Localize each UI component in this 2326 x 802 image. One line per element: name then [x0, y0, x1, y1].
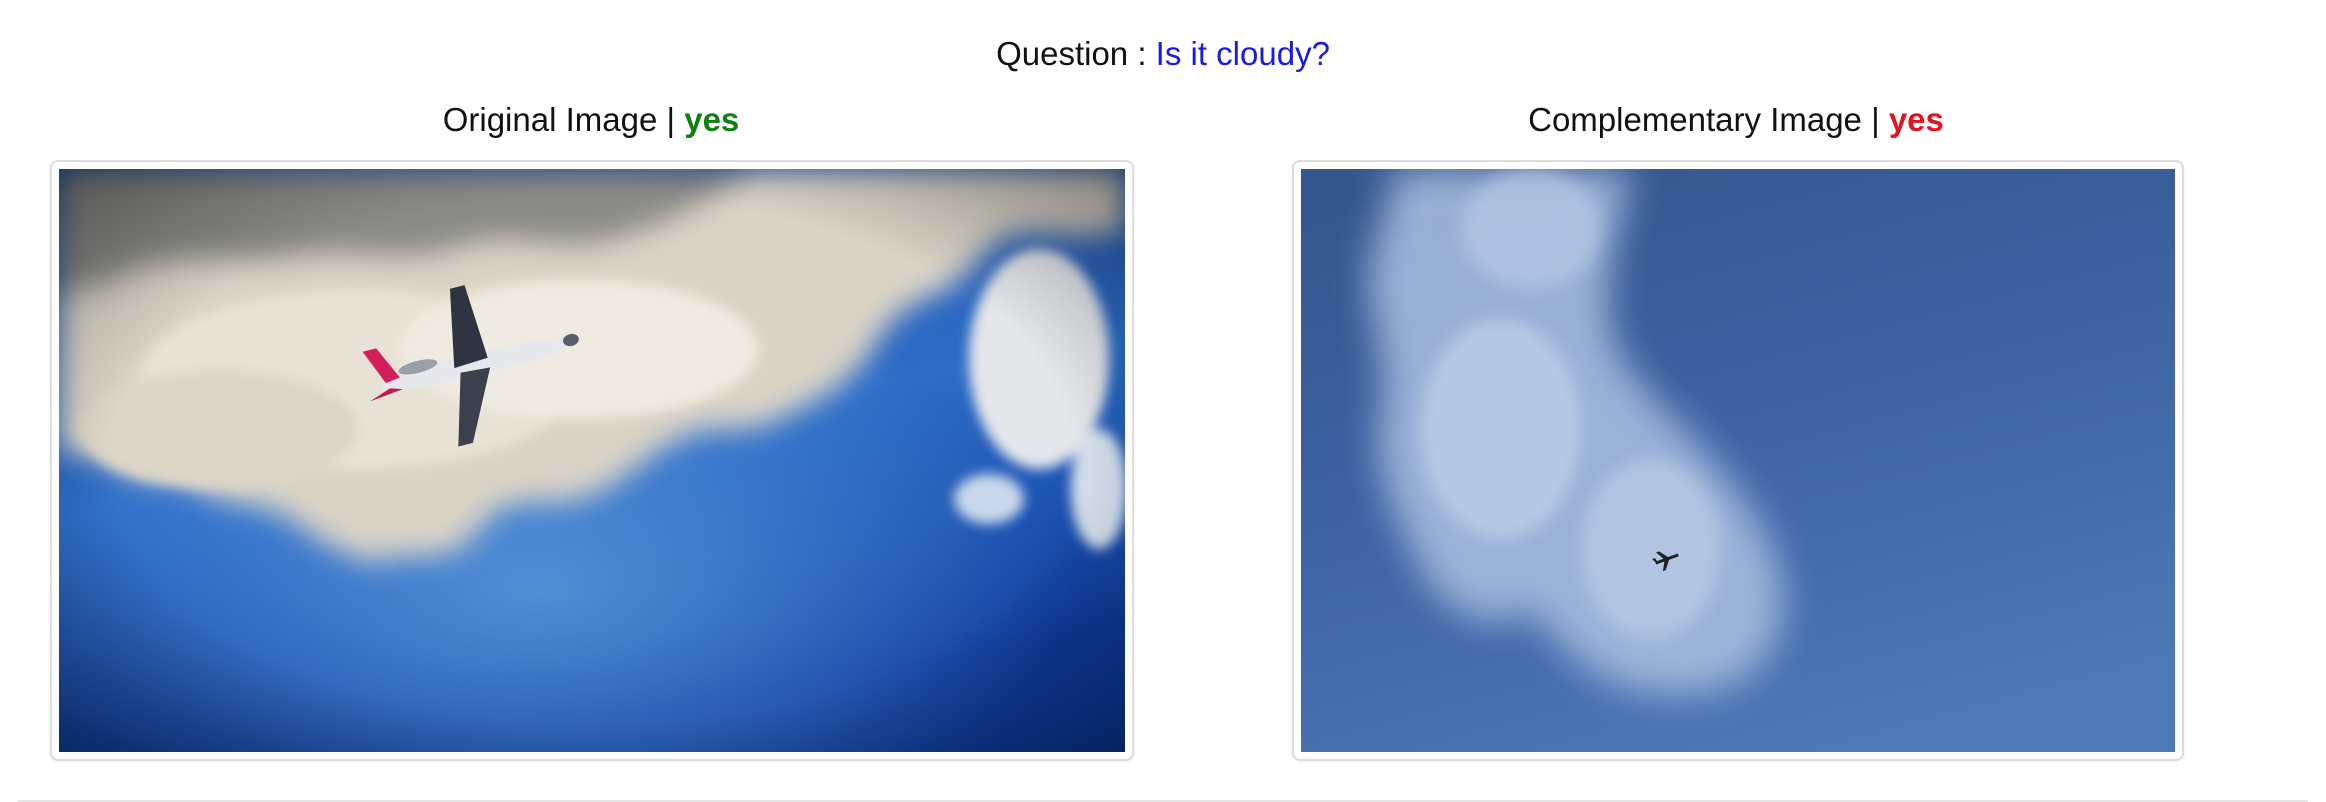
complementary-answer: yes	[1888, 101, 1944, 138]
original-image	[59, 169, 1125, 752]
complementary-photo-airplane-sky	[1301, 169, 2175, 752]
complementary-image	[1301, 169, 2175, 752]
complementary-image-frame	[1292, 160, 2184, 761]
question-text: Is it cloudy?	[1155, 35, 1330, 72]
original-image-title: Original Image | yes	[50, 96, 1132, 144]
original-image-label: Original Image |	[442, 101, 685, 138]
original-photo-airplane-clouds	[59, 169, 1125, 752]
complementary-image-title: Complementary Image | yes	[1292, 96, 2180, 144]
question-header: Question : Is it cloudy?	[0, 30, 2326, 78]
complementary-image-label: Complementary Image |	[1528, 101, 1889, 138]
question-label: Question :	[996, 35, 1156, 72]
original-image-frame	[50, 160, 1134, 761]
original-answer: yes	[684, 101, 740, 138]
